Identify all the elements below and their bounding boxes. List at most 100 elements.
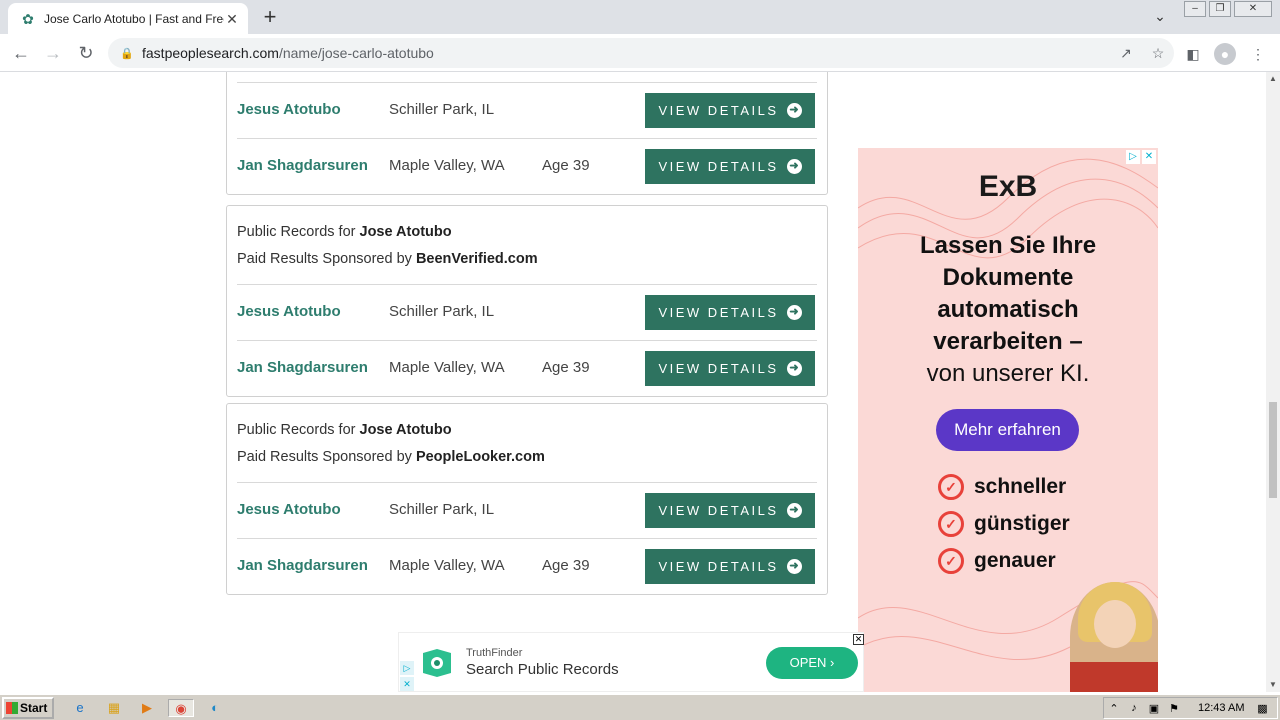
result-box-partial: Jesus Atotubo Schiller Park, IL VIEW DET… (226, 72, 828, 195)
mehr-erfahren-button[interactable]: Mehr erfahren (936, 409, 1079, 451)
menu-kebab-icon[interactable]: ⋮ (1247, 43, 1269, 65)
reload-icon[interactable]: ↻ (74, 41, 98, 65)
person-location: Maple Valley, WA (389, 359, 505, 376)
view-details-button[interactable]: VIEW DETAILS ➜ (645, 493, 815, 528)
person-name-link[interactable]: Jan Shagdarsuren (237, 557, 368, 574)
ad-brand: TruthFinder (466, 647, 523, 659)
truthfinder-bottom-advert[interactable]: ▷ ✕ TruthFinder Search Public Records OP… (398, 632, 864, 692)
subject-name: Jose Atotubo (359, 422, 452, 438)
ad-dismiss-icon[interactable]: ✕ (853, 634, 864, 645)
person-location: Schiller Park, IL (389, 303, 495, 320)
ad-headline: Search Public Records (466, 661, 619, 678)
arrow-right-icon: ➜ (786, 103, 802, 118)
page-viewport: Jesus Atotubo Schiller Park, IL VIEW DET… (0, 72, 1266, 692)
share-icon[interactable]: ↗ (1110, 45, 1142, 62)
person-age: Age 39 (542, 359, 590, 376)
feature-item: ✓ genauer (938, 548, 1056, 574)
check-circle-icon: ✓ (938, 548, 964, 574)
box-heading: Public Records for Jose Atotubo Paid Res… (237, 224, 538, 267)
browser-toolbar: ← → ↻ 🔒 fastpeoplesearch.com/name/jose-c… (0, 34, 1280, 72)
ad-close-icon[interactable]: ✕ (400, 677, 414, 691)
scroll-up-icon[interactable]: ▲ (1266, 72, 1280, 86)
tab-search-chevron-icon[interactable]: ⌄ (1150, 8, 1170, 28)
person-location: Schiller Park, IL (389, 501, 495, 518)
url-text[interactable]: fastpeoplesearch.com/name/jose-carlo-ato… (142, 45, 1110, 61)
check-circle-icon: ✓ (938, 511, 964, 537)
forward-arrow-icon[interactable]: → (41, 41, 65, 65)
volume-icon[interactable]: ♪ (1124, 702, 1144, 714)
arrow-right-icon: ➜ (786, 361, 802, 376)
box-heading: Public Records for Jose Atotubo Paid Res… (237, 422, 545, 465)
close-tab-icon[interactable]: ✕ (224, 11, 240, 27)
arrow-right-icon: ➜ (786, 559, 802, 574)
scroll-thumb[interactable] (1269, 402, 1277, 498)
network-icon[interactable]: ▣ (1144, 702, 1164, 715)
truthfinder-logo-icon (423, 649, 451, 677)
bookmark-star-icon[interactable]: ☆ (1142, 45, 1174, 62)
media-player-icon[interactable]: ▶ (137, 699, 157, 717)
scroll-down-icon[interactable]: ▼ (1266, 678, 1280, 692)
profile-avatar-icon[interactable]: ● (1214, 43, 1236, 65)
result-box-peoplelooker: Public Records for Jose Atotubo Paid Res… (226, 403, 828, 595)
show-desktop-icon[interactable]: ▩ (1252, 702, 1272, 715)
minimize-button[interactable]: – (1184, 1, 1206, 17)
person-name-link[interactable]: Jan Shagdarsuren (237, 359, 368, 376)
check-circle-icon: ✓ (938, 474, 964, 500)
person-name-link[interactable]: Jan Shagdarsuren (237, 157, 368, 174)
sponsor-name: BeenVerified.com (415, 251, 538, 267)
open-button[interactable]: OPEN › (766, 647, 858, 679)
arrow-right-icon: ➜ (786, 305, 802, 320)
tray-expand-icon[interactable]: ⌃ (1104, 702, 1124, 715)
windows-flag-icon (6, 702, 18, 714)
arrow-right-icon: ➜ (786, 503, 802, 518)
restore-button[interactable]: ❐ (1209, 1, 1231, 17)
clock[interactable]: 12:43 AM (1198, 702, 1244, 714)
view-details-button[interactable]: VIEW DETAILS ➜ (645, 149, 815, 184)
person-location: Schiller Park, IL (389, 101, 495, 118)
start-button[interactable]: Start (2, 697, 54, 719)
lock-icon[interactable]: 🔒 (120, 47, 134, 60)
anyrun-watermark: ANY.RUN (1038, 684, 1241, 692)
tab-title: Jose Carlo Atotubo | Fast and Free P (44, 11, 224, 26)
result-row: Jan Shagdarsuren Maple Valley, WA Age 39… (237, 340, 817, 396)
result-box-beenverified: Public Records for Jose Atotubo Paid Res… (226, 205, 828, 397)
internet-explorer-icon[interactable]: e (70, 699, 90, 717)
person-age: Age 39 (542, 557, 590, 574)
arrow-right-icon: ➜ (786, 159, 802, 174)
person-age: Age 39 (542, 157, 590, 174)
exb-logo: ExB (978, 170, 1038, 203)
active-tab[interactable]: ✿ Jose Carlo Atotubo | Fast and Free P ✕ (8, 3, 248, 34)
new-tab-button[interactable]: + (258, 6, 282, 30)
tab-strip: ✿ Jose Carlo Atotubo | Fast and Free P ✕… (0, 0, 1280, 34)
person-name-link[interactable]: Jesus Atotubo (237, 101, 341, 118)
result-row: Jan Shagdarsuren Maple Valley, WA Age 39… (237, 138, 817, 194)
windows-taskbar: Start e ▦ ▶ ◉ ◐ ⌃ ♪ ▣ ⚑ 12:43 AM ▩ (0, 694, 1280, 720)
person-name-link[interactable]: Jesus Atotubo (237, 501, 341, 518)
address-bar[interactable]: 🔒 fastpeoplesearch.com/name/jose-carlo-a… (108, 38, 1174, 68)
adchoices-icon[interactable]: ▷ (400, 661, 414, 675)
subject-name: Jose Atotubo (359, 224, 452, 240)
action-center-flag-icon[interactable]: ⚑ (1164, 702, 1184, 715)
ad-person-photo (1070, 582, 1158, 692)
result-row: Jan Shagdarsuren Maple Valley, WA Age 39… (237, 538, 817, 594)
side-panel-icon[interactable]: ◧ (1182, 43, 1204, 65)
edge-icon[interactable]: ◐ (205, 699, 225, 717)
result-row: Jesus Atotubo Schiller Park, IL VIEW DET… (237, 482, 817, 538)
vertical-scrollbar[interactable]: ▲ ▼ (1266, 72, 1280, 692)
result-row: Jesus Atotubo Schiller Park, IL VIEW DET… (237, 284, 817, 340)
back-arrow-icon[interactable]: ← (9, 41, 33, 65)
person-location: Maple Valley, WA (389, 157, 505, 174)
person-name-link[interactable]: Jesus Atotubo (237, 303, 341, 320)
view-details-button[interactable]: VIEW DETAILS ➜ (645, 93, 815, 128)
person-location: Maple Valley, WA (389, 557, 505, 574)
paw-favicon-icon: ✿ (22, 10, 34, 27)
chrome-icon[interactable]: ◉ (168, 699, 194, 717)
window-close-button[interactable]: ✕ (1234, 1, 1272, 17)
exb-side-advert[interactable]: ▷ ✕ ExB Lassen Sie Ihre Dokumente automa… (858, 148, 1158, 692)
view-details-button[interactable]: VIEW DETAILS ➜ (645, 549, 815, 584)
view-details-button[interactable]: VIEW DETAILS ➜ (645, 351, 815, 386)
view-details-button[interactable]: VIEW DETAILS ➜ (645, 295, 815, 330)
feature-item: ✓ schneller (938, 474, 1066, 500)
folder-icon[interactable]: ▦ (104, 699, 124, 717)
system-tray: ⌃ ♪ ▣ ⚑ 12:43 AM ▩ (1103, 697, 1278, 719)
